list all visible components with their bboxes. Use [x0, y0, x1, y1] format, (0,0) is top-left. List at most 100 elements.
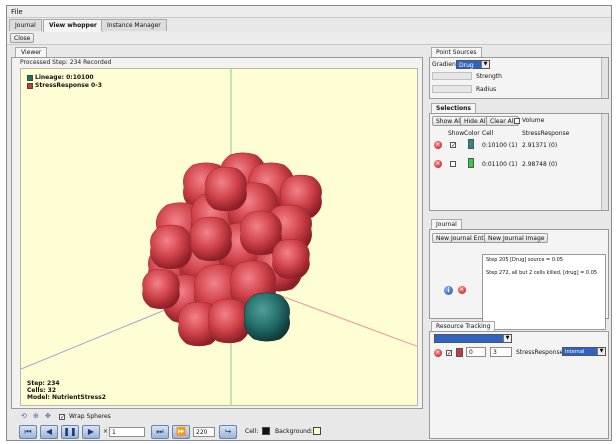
red-cell[interactable]	[208, 298, 250, 344]
3d-viewport[interactable]: Lineage: 0:10100 StressResponse 0-3 Step…	[20, 68, 418, 406]
playback-controls: ⏮ ◀ ❚❚ ▶ × 1 ⏭ ⏩ 220 ↪ Cell: Background:	[19, 425, 339, 440]
remove-selection-icon[interactable]: ×	[434, 141, 442, 149]
step-label: Step: 234	[27, 380, 60, 387]
pause-button[interactable]: ❚❚	[61, 425, 79, 439]
tab-point-sources[interactable]: Point Sources	[431, 47, 482, 57]
play-button[interactable]: ▶	[82, 425, 100, 439]
journal-panel: New Journal Entry New Journal Image i × …	[429, 229, 609, 330]
gradient-select[interactable]: Drug ▼	[456, 60, 490, 69]
viewer-area: Viewer Processed Step: 234 Recorded Line…	[9, 47, 425, 440]
pan-icon[interactable]: ✥	[45, 412, 51, 420]
selections-panel: Show All Hide All Clear All Volume Show …	[429, 113, 609, 211]
viewer-legend: Lineage: 0:10100 StressResponse 0-3	[27, 74, 102, 90]
red-cell[interactable]	[205, 166, 247, 212]
tracker-min-input[interactable]: 0	[466, 347, 486, 357]
selection-cell: 0:01100 (1)	[482, 161, 518, 168]
background-color-label: Background:	[275, 428, 313, 435]
selection-color-swatch[interactable]	[468, 158, 474, 168]
speed-input[interactable]: 1	[109, 427, 145, 437]
tab-journal-panel[interactable]: Journal	[431, 219, 462, 229]
radius-label: Radius	[476, 86, 497, 93]
radius-input[interactable]	[432, 85, 472, 93]
toolbar: Close	[7, 32, 611, 45]
first-step-button[interactable]: ⏮	[19, 425, 37, 439]
header-color: Color	[464, 130, 480, 137]
list-item: Step 272, all but 2 cells killed, [drug]…	[486, 270, 598, 276]
menu-file[interactable]: File	[11, 8, 23, 16]
list-item: Step 205 [Drug] source = 0.05	[486, 257, 563, 263]
background-color-swatch[interactable]	[313, 427, 321, 435]
close-button[interactable]: Close	[10, 33, 35, 43]
viewer-frame: Processed Step: 234 Recorded Lineage: 0:…	[11, 57, 423, 409]
chevron-down-icon: ▼	[597, 348, 605, 355]
header-stress: StressResponse	[522, 130, 570, 137]
selection-stress: 2.98748 (0)	[522, 161, 558, 168]
legend-item-lineage: Lineage: 0:10100	[27, 74, 102, 81]
tracker-max-input[interactable]: 3	[490, 347, 512, 357]
model-label: Model: NutrientStress2	[27, 394, 106, 401]
remove-tracker-icon[interactable]: ×	[434, 349, 442, 357]
resource-select[interactable]: ▼	[434, 334, 512, 343]
point-sources-panel: Gradient: Drug ▼ Strength Radius	[429, 57, 609, 99]
selected-teal-cell[interactable]	[244, 292, 290, 342]
step-back-button[interactable]: ◀	[40, 425, 58, 439]
last-step-button[interactable]: ⏩	[172, 425, 190, 439]
tab-instance-manager[interactable]: Instance Manager	[101, 19, 167, 31]
red-cell[interactable]	[190, 216, 232, 262]
tab-selections[interactable]: Selections	[431, 103, 476, 113]
strength-label: Strength	[476, 73, 502, 80]
step-forward-button[interactable]: ⏭	[151, 425, 169, 439]
legend-swatch-lineage	[27, 74, 33, 81]
selection-color-swatch[interactable]	[468, 139, 474, 149]
tracker-mode-select[interactable]: Internal ▼	[562, 347, 606, 356]
processed-step-label: Processed Step: 234 Recorded	[20, 59, 112, 66]
tab-view-whopper[interactable]: View whopper	[43, 19, 103, 32]
tab-resource-tracking[interactable]: Resource Tracking	[431, 321, 496, 331]
remove-selection-icon[interactable]: ×	[434, 160, 442, 168]
tab-journal[interactable]: Journal	[9, 19, 42, 31]
tracker-variable-label: StressResponse	[516, 349, 564, 356]
info-icon[interactable]: i	[444, 286, 453, 295]
cell-color-label: Cell:	[245, 428, 259, 435]
selection-stress: 2.91371 (0)	[522, 142, 558, 149]
zoom-icon[interactable]: ⊕	[33, 412, 39, 420]
red-cell[interactable]	[150, 224, 192, 270]
red-cell[interactable]	[142, 268, 180, 310]
delete-entry-icon[interactable]: ×	[458, 286, 466, 294]
legend-swatch-stress	[27, 82, 33, 89]
cells-label: Cells: 32	[27, 387, 56, 394]
volume-checkbox[interactable]: Volume	[514, 117, 544, 124]
app-window: File Journal View whopper Instance Manag…	[6, 5, 612, 441]
view-controls: ⟲ ⊕ ✥ ✓ Wrap Spheres	[21, 412, 221, 422]
tracker-enabled-checkbox[interactable]: ✓	[446, 349, 454, 356]
chevron-down-icon: ▼	[503, 335, 511, 342]
tab-viewer[interactable]: Viewer	[15, 47, 48, 57]
red-cell[interactable]	[272, 238, 310, 280]
cell-cluster-render	[21, 69, 417, 405]
header-cell: Cell	[482, 130, 494, 137]
show-checkbox[interactable]: ✓	[450, 141, 458, 148]
wrap-spheres-checkbox[interactable]: ✓	[59, 413, 67, 420]
chevron-down-icon: ▼	[481, 61, 489, 68]
selection-cell: 0:10100 (1)	[482, 142, 518, 149]
header-show: Show	[448, 130, 465, 137]
wrap-spheres-label: Wrap Spheres	[69, 413, 111, 420]
strength-input[interactable]	[432, 72, 472, 80]
main-tabs: Journal View whopper Instance Manager	[7, 19, 611, 32]
journal-entries[interactable]: Step 205 [Drug] source = 0.05 Step 272, …	[482, 254, 606, 330]
tracker-color-swatch[interactable]	[456, 348, 463, 357]
viewer-stats: Step: 234 Cells: 32 Model: NutrientStres…	[27, 380, 106, 401]
side-panels: Point Sources Gradient: Drug ▼ Strength …	[427, 47, 611, 440]
speed-x-label: ×	[103, 428, 109, 435]
cell-color-swatch[interactable]	[262, 427, 270, 435]
rotate-icon[interactable]: ⟲	[21, 412, 27, 420]
jump-step-input[interactable]: 220	[193, 427, 215, 437]
point-sources-scrollbar[interactable]	[601, 58, 608, 98]
show-checkbox[interactable]	[450, 160, 458, 167]
legend-item-stress: StressResponse 0-3	[27, 82, 102, 89]
new-journal-image-button[interactable]: New Journal Image	[484, 233, 549, 243]
selections-scrollbar[interactable]	[601, 114, 608, 210]
go-to-step-button[interactable]: ↪	[219, 425, 237, 439]
resource-tracking-panel: ▼ × ✓ 0 3 StressResponse Internal ▼	[429, 331, 609, 439]
menu-bar: File	[7, 6, 611, 18]
